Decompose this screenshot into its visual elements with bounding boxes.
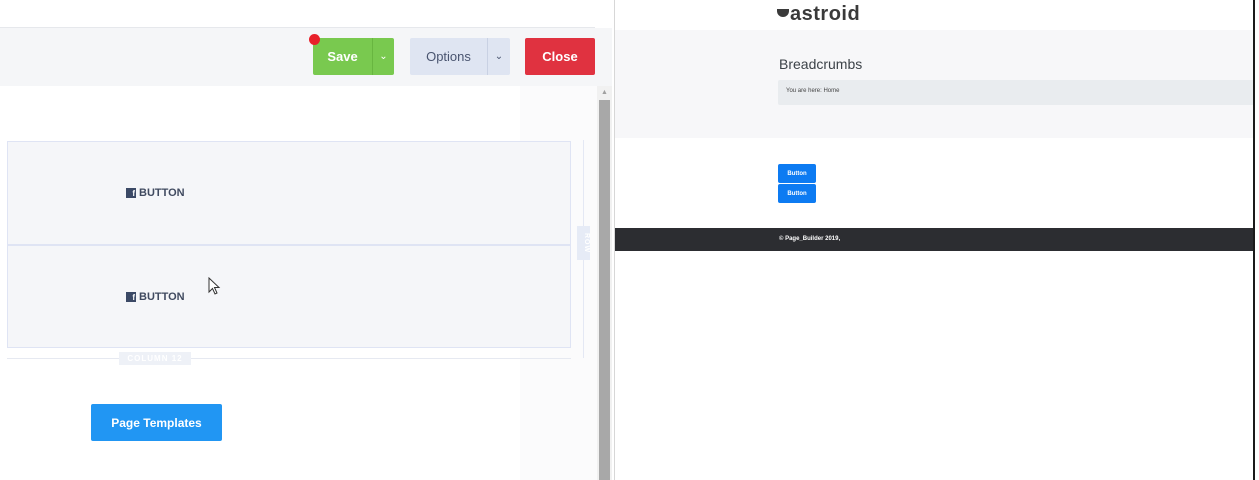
unsaved-indicator-dot	[309, 34, 320, 45]
chevron-down-icon: ⌄	[494, 51, 504, 62]
element-label-text: BUTTON	[139, 290, 185, 303]
preview-button[interactable]: Button	[778, 164, 816, 183]
preview-header	[615, 0, 1259, 30]
close-button[interactable]: Close	[525, 38, 595, 75]
column-guide-line	[7, 358, 571, 359]
element-label-text: BUTTON	[139, 187, 185, 199]
breadcrumb-title: Breadcrumbs	[779, 56, 863, 72]
facebook-icon: f	[126, 291, 136, 302]
options-split-button: Options ⌄	[410, 38, 510, 75]
editor-toolbar	[0, 28, 612, 86]
mouse-cursor-icon	[208, 277, 221, 295]
facebook-icon: f	[126, 188, 136, 198]
options-button[interactable]: Options	[410, 38, 487, 75]
chevron-down-icon: ⌄	[379, 51, 388, 62]
button-element-block[interactable]: f BUTTON	[7, 245, 571, 348]
save-button[interactable]: Save	[313, 38, 372, 75]
scrollbar-thumb[interactable]	[599, 100, 610, 480]
row-tag[interactable]: ROW	[577, 226, 590, 260]
window-edge	[1253, 0, 1259, 480]
column-tag[interactable]: COLUMN 12	[119, 352, 191, 365]
page-templates-button[interactable]: Page Templates	[91, 404, 222, 441]
preview-footer: © Page_Builder 2019,	[615, 228, 1259, 251]
live-preview-panel: astroid Breadcrumbs You are here: Home B…	[614, 0, 1259, 480]
element-label: f BUTTON	[126, 187, 185, 199]
breadcrumb-path[interactable]: You are here: Home	[786, 88, 839, 94]
scroll-up-arrow-icon[interactable]: ▲	[597, 86, 612, 100]
element-label: f BUTTON	[126, 291, 185, 303]
logo-mark-icon	[777, 9, 789, 17]
save-dropdown-toggle[interactable]: ⌄	[372, 38, 394, 75]
site-logo[interactable]: astroid	[777, 3, 860, 26]
footer-copyright: © Page_Builder 2019,	[779, 236, 841, 242]
save-split-button: Save ⌄	[313, 38, 394, 75]
button-element-block[interactable]: f BUTTON	[7, 141, 571, 245]
options-dropdown-toggle[interactable]: ⌄	[487, 38, 510, 75]
editor-top-strip	[0, 0, 595, 28]
breadcrumb: You are here: Home	[778, 80, 1259, 105]
editor-panel: Save ⌄ Options ⌄ Close f BUTTON f BUTTON…	[0, 0, 614, 480]
preview-button[interactable]: Button	[778, 184, 816, 203]
logo-text: astroid	[790, 3, 861, 25]
